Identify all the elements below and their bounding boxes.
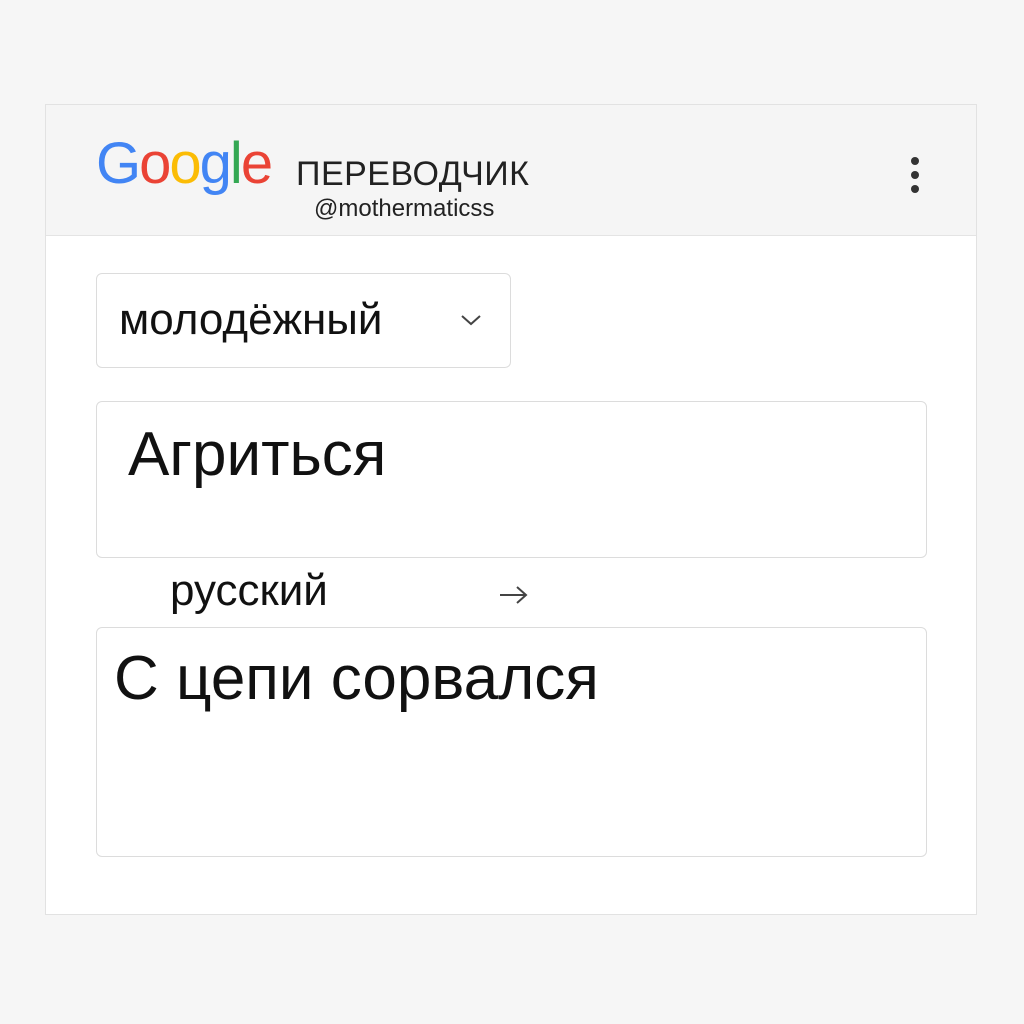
chevron-down-icon bbox=[461, 315, 481, 326]
target-language-label[interactable]: русский bbox=[170, 569, 328, 613]
logo-letter-e: e bbox=[240, 131, 273, 196]
google-logo: Google bbox=[96, 131, 273, 196]
more-vert-icon[interactable] bbox=[904, 157, 926, 193]
app-title: ПЕРЕВОДЧИК bbox=[296, 155, 530, 193]
source-language-select[interactable]: молодёжный bbox=[96, 273, 511, 368]
logo-letter-o1: o bbox=[139, 131, 171, 196]
logo-letter-g: G bbox=[96, 131, 141, 196]
source-text: Агриться bbox=[128, 420, 387, 489]
translation-text: С цепи сорвался bbox=[114, 644, 599, 713]
translator-card: Google ПЕРЕВОДЧИК @mothermaticss молодёж… bbox=[45, 104, 977, 915]
app-header: Google ПЕРЕВОДЧИК @mothermaticss bbox=[46, 105, 976, 236]
author-handle: @mothermaticss bbox=[314, 195, 495, 222]
logo-letter-o2: o bbox=[169, 131, 201, 196]
logo-letter-l: l bbox=[229, 131, 243, 196]
source-language-value: молодёжный bbox=[119, 295, 383, 344]
arrow-right-icon bbox=[500, 586, 528, 604]
logo-letter-g2: g bbox=[199, 131, 232, 196]
source-text-input[interactable]: Агриться bbox=[96, 401, 927, 558]
translation-output: С цепи сорвался bbox=[96, 627, 927, 857]
